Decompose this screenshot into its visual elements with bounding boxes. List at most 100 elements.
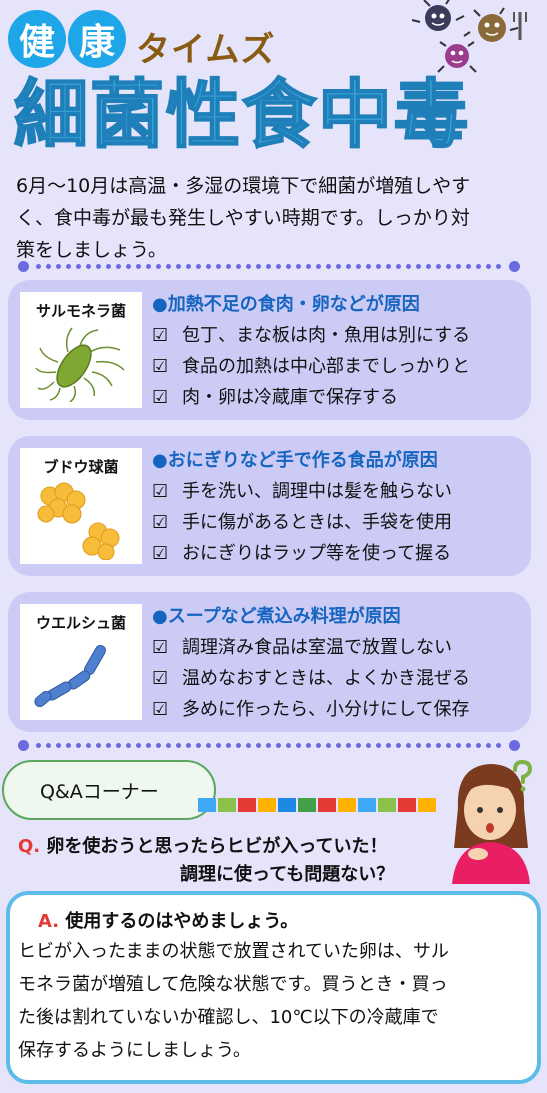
divider-dot: [476, 264, 481, 269]
divider-end-dot: [18, 740, 29, 751]
divider-dot: [46, 264, 51, 269]
divider-dot: [226, 264, 231, 269]
divider-dot: [476, 743, 481, 748]
divider-dot: [436, 743, 441, 748]
answer-title: A. 使用するのはやめましょう。: [38, 911, 299, 932]
divider-dot: [136, 264, 141, 269]
divider-dot: [56, 743, 61, 748]
divider-dot: [246, 264, 251, 269]
divider-dot: [36, 264, 41, 269]
divider-end-dot: [18, 261, 29, 272]
divider-dot: [246, 743, 251, 748]
divider-dot: [176, 264, 181, 269]
divider-dot: [436, 264, 441, 269]
bacteria-thumbnail: ブドウ球菌: [20, 448, 142, 564]
divider-dot: [416, 264, 421, 269]
divider-dot: [346, 743, 351, 748]
bacteria-name: ウエルシュ菌: [35, 614, 126, 632]
divider-dot: [186, 264, 191, 269]
bacteria-card-salmonella: サルモネラ菌 ●加熱不足の食肉・卵などが原因 ☑ 包丁、まな板は肉・魚用は別にする…: [8, 280, 531, 420]
divider-dot: [126, 743, 131, 748]
check-item: ☑ 多めに作ったら、小分けにして保存: [152, 699, 470, 720]
clostridium-bacteria-icon: [34, 644, 106, 708]
answer-line: た後は割れていないか確認し、10℃以下の冷蔵庫で: [18, 1007, 439, 1028]
book-row-icon: [198, 798, 436, 812]
divider-dot: [486, 743, 491, 748]
divider-dot: [96, 743, 101, 748]
check-item: ☑ 調理済み食品は室温で放置しない: [152, 637, 452, 658]
divider-dot: [106, 743, 111, 748]
divider-dot: [146, 743, 151, 748]
dotted-divider: [18, 740, 520, 752]
divider-dot: [316, 264, 321, 269]
bacteria-thumbnail: サルモネラ菌: [20, 292, 142, 408]
divider-end-dot: [509, 261, 520, 272]
divider-dot: [356, 743, 361, 748]
divider-dot: [366, 264, 371, 269]
divider-dot: [196, 264, 201, 269]
divider-dot: [496, 264, 501, 269]
answer-line: モネラ菌が増殖して危険な状態です。買うとき・買っ: [18, 974, 448, 995]
divider-dot: [276, 743, 281, 748]
checkbox-icon: ☑: [152, 387, 169, 408]
divider-dot: [186, 743, 191, 748]
bacteria-name: サルモネラ菌: [35, 302, 126, 320]
divider-dot: [416, 743, 421, 748]
divider-dot: [156, 743, 161, 748]
kanji-circle-1: 健: [8, 10, 66, 68]
check-item: ☑ 肉・卵は冷蔵庫で保存する: [152, 387, 398, 408]
page-title: 細菌性食中毒: [13, 72, 470, 158]
bacteria-name: ブドウ球菌: [43, 458, 119, 476]
divider-dot: [76, 264, 81, 269]
divider-dot: [56, 264, 61, 269]
divider-dot: [286, 743, 291, 748]
staphylococcus-bacteria-icon: [37, 482, 120, 560]
divider-dot: [36, 743, 41, 748]
divider-dot: [296, 264, 301, 269]
answer-text: ヒビが入ったままの状態で放置されていた卵は、サル モネラ菌が増殖して危険な状態で…: [18, 935, 528, 1067]
divider-dot: [396, 264, 401, 269]
divider-dot: [326, 264, 331, 269]
divider-dot: [406, 264, 411, 269]
divider-dot: [326, 743, 331, 748]
divider-dot: [236, 264, 241, 269]
divider-dot: [216, 264, 221, 269]
checkbox-icon: ☑: [152, 699, 169, 720]
qa-corner-label: Q&Aコーナー: [40, 781, 159, 803]
checkbox-icon: ☑: [152, 668, 169, 689]
answer-line: 保存するようにしましょう。: [18, 1040, 251, 1061]
divider-dot: [86, 743, 91, 748]
divider-dot: [356, 264, 361, 269]
divider-dot: [66, 264, 71, 269]
divider-dot: [376, 264, 381, 269]
divider-dot: [116, 264, 121, 269]
divider-dot: [346, 264, 351, 269]
divider-dot: [196, 743, 201, 748]
intro-text: 6月〜10月は高温・多湿の環境下で細菌が増殖しやす く、食中毒が最も発生しやすい…: [16, 170, 536, 266]
divider-dot: [426, 264, 431, 269]
divider-dot: [46, 743, 51, 748]
kanji-circle-2: 康: [68, 10, 126, 68]
salmonella-bacteria-icon: [35, 327, 125, 402]
check-item: ☑ 食品の加熱は中心部までしっかりと: [152, 356, 470, 377]
cause-heading: ●おにぎりなど手で作る食品が原因: [152, 450, 438, 471]
divider-dot: [456, 264, 461, 269]
divider-dot: [206, 264, 211, 269]
divider-dot: [76, 743, 81, 748]
divider-dot: [406, 743, 411, 748]
check-item: ☑ 手に傷があるときは、手袋を使用: [152, 512, 452, 533]
checkbox-icon: ☑: [152, 543, 169, 564]
divider-dot: [286, 264, 291, 269]
divider-dot: [176, 743, 181, 748]
divider-dot: [386, 743, 391, 748]
divider-dot: [266, 264, 271, 269]
divider-dot: [466, 264, 471, 269]
checkbox-icon: ☑: [152, 512, 169, 533]
divider-dot: [306, 743, 311, 748]
answer-mark-label: A.: [38, 911, 60, 932]
intro-line: く、食中毒が最も発生しやすい時期です。しっかり対: [16, 207, 470, 229]
checkbox-icon: ☑: [152, 356, 169, 377]
divider-dot: [106, 264, 111, 269]
bacteria-card-staphylococcus: ブドウ球菌 ●おにぎりなど手で作る食品が原因 ☑ 手を洗い、調理中は髪を触らない …: [8, 436, 531, 576]
divider-dot: [136, 743, 141, 748]
